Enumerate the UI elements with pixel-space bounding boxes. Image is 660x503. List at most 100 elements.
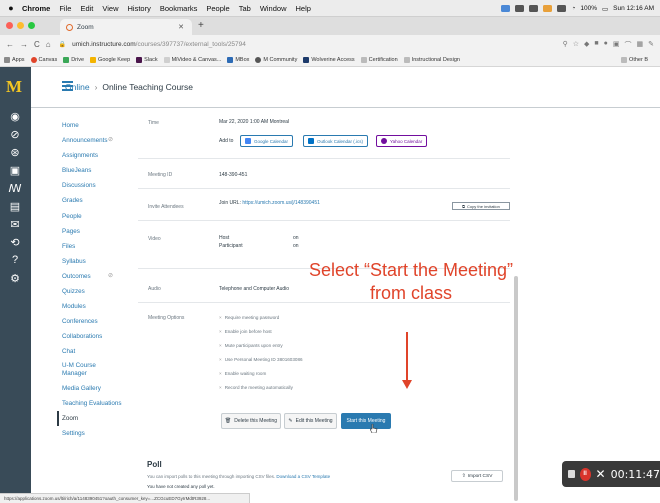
admin-icon[interactable]: ⊘ xyxy=(8,127,22,141)
tray-icon[interactable] xyxy=(529,5,539,12)
google-calendar-button[interactable]: Google Calendar xyxy=(240,135,294,147)
tray-icon[interactable] xyxy=(557,5,567,12)
import-csv-button[interactable]: ⇧ Import CSV xyxy=(451,470,503,482)
course-nav-collaborations[interactable]: Collaborations xyxy=(62,329,140,344)
star-icon[interactable]: ☆ xyxy=(573,40,579,50)
bookmark-mivideo[interactable]: MiVideo & Canvas... xyxy=(163,57,221,63)
menu-bookmarks[interactable]: Bookmarks xyxy=(160,4,198,13)
course-nav-teaching-evaluations[interactable]: Teaching Evaluations xyxy=(62,396,140,411)
new-tab-icon[interactable]: + xyxy=(198,20,204,31)
university-logo[interactable]: M xyxy=(6,77,22,97)
bookmark-drive[interactable]: Drive xyxy=(63,57,84,63)
course-nav-outcomes[interactable]: Outcomes ⊘ xyxy=(62,269,140,284)
menu-view[interactable]: View xyxy=(102,4,118,13)
url-field[interactable]: umich.instructure.com/courses/397737/ext… xyxy=(72,41,246,48)
extension-icon[interactable]: ⌒ xyxy=(625,40,632,50)
course-nav-course-manager[interactable]: U-M Course Manager xyxy=(62,360,114,381)
bookmark-wolverine-access[interactable]: Wolverine Access xyxy=(303,57,355,63)
tray-icon[interactable] xyxy=(543,5,553,12)
course-nav-zoom[interactable]: Zoom xyxy=(57,410,140,426)
bookmark-slack[interactable]: Slack xyxy=(136,57,158,63)
yahoo-calendar-button[interactable]: Yahoo Calendar xyxy=(376,135,428,147)
calendar-icon[interactable]: ▤ xyxy=(8,199,22,213)
battery-level: 100% xyxy=(580,5,597,12)
menu-help[interactable]: Help xyxy=(296,4,311,13)
menu-edit[interactable]: Edit xyxy=(80,4,93,13)
menu-file[interactable]: File xyxy=(59,4,71,13)
cancel-recording-icon[interactable]: ✕ xyxy=(596,467,606,481)
course-nav-chat[interactable]: Chat xyxy=(62,344,140,359)
course-nav-files[interactable]: Files xyxy=(62,239,140,254)
course-nav-quizzes[interactable]: Quizzes xyxy=(62,284,140,299)
courses-icon[interactable]: ▣ xyxy=(8,163,22,177)
minimize-window-icon[interactable] xyxy=(17,22,24,29)
maximize-window-icon[interactable] xyxy=(28,22,35,29)
studio-icon[interactable]: ⚙ xyxy=(8,271,22,285)
start-meeting-button[interactable]: Start this Meeting xyxy=(341,413,391,429)
copy-invitation-button[interactable]: ⧉ Copy the invitation xyxy=(452,202,510,210)
bookmark-mbox[interactable]: MBox xyxy=(227,57,249,63)
battery-icon[interactable]: ▭ xyxy=(602,5,608,13)
edit-meeting-button[interactable]: ✎ Edit this Meeting xyxy=(284,413,337,429)
audio-label: Audio xyxy=(148,286,161,292)
scrollbar[interactable] xyxy=(514,276,518,501)
extension-icon[interactable]: ▦ xyxy=(637,40,644,50)
course-nav-assignments[interactable]: Assignments xyxy=(62,148,140,163)
stop-recording-icon[interactable] xyxy=(568,470,575,478)
bookmark-other[interactable]: Other B xyxy=(621,57,648,63)
extension-icon[interactable]: ◆ xyxy=(584,40,589,50)
bookmark-google-keep[interactable]: Google Keep xyxy=(90,57,130,63)
course-nav-bluejeans[interactable]: BlueJeans xyxy=(62,163,140,178)
help-icon[interactable]: ? xyxy=(8,253,22,267)
bookmark-apps[interactable]: Apps xyxy=(4,57,25,63)
course-nav-syllabus[interactable]: Syllabus xyxy=(62,254,140,269)
account-icon[interactable]: ◉ xyxy=(8,109,22,123)
course-nav-media-gallery[interactable]: Media Gallery xyxy=(62,381,140,396)
download-csv-template-link[interactable]: Download a CSV Template xyxy=(276,474,330,479)
menu-tab[interactable]: Tab xyxy=(239,4,251,13)
tray-icon[interactable] xyxy=(515,5,525,12)
extension-icon[interactable]: ■ xyxy=(594,40,598,50)
clock[interactable]: Sun 12:16 AM xyxy=(613,5,654,12)
extension-icon[interactable]: ● xyxy=(604,40,608,50)
hamburger-menu-icon[interactable] xyxy=(62,81,73,93)
groups-icon[interactable]: ꟿ xyxy=(8,181,22,195)
pause-recording-icon[interactable]: II xyxy=(579,467,591,481)
course-nav-announcements[interactable]: Announcements ⊘ xyxy=(62,133,140,148)
bookmark-m-community[interactable]: M Community xyxy=(255,57,297,63)
wifi-icon[interactable]: ◔ xyxy=(571,5,575,12)
course-nav-pages[interactable]: Pages xyxy=(62,224,140,239)
browser-tab[interactable]: Zoom ✕ xyxy=(60,19,192,35)
delete-meeting-button[interactable]: 🗑 Delete this Meeting xyxy=(221,413,281,429)
option-waiting-room: Enable waiting room xyxy=(219,371,267,376)
course-nav-conferences[interactable]: Conferences xyxy=(62,314,140,329)
tray-icon[interactable] xyxy=(501,5,511,12)
outlook-calendar-button[interactable]: Outlook Calendar (.ics) xyxy=(303,135,369,147)
zoom-meeting-panel: Time Mar 22, 2020 1:00 AM Montreal Add t… xyxy=(138,108,522,503)
close-window-icon[interactable] xyxy=(6,22,13,29)
inbox-icon[interactable]: ✉ xyxy=(8,217,22,231)
commons-icon[interactable]: ⟲ xyxy=(8,235,22,249)
apple-icon[interactable]: ● xyxy=(0,3,22,13)
course-nav-home[interactable]: Home xyxy=(62,118,140,133)
extension-icon[interactable]: ▣ xyxy=(613,40,620,50)
course-nav-settings[interactable]: Settings xyxy=(62,426,140,441)
course-nav-people[interactable]: People xyxy=(62,209,140,224)
close-tab-icon[interactable]: ✕ xyxy=(178,23,184,31)
instruction-annotation: Select “Start the Meeting” from class xyxy=(296,259,526,305)
bookmark-instructional-design[interactable]: Instructional Design xyxy=(403,57,460,63)
dashboard-icon[interactable]: ⊛ xyxy=(8,145,22,159)
course-nav-modules[interactable]: Modules xyxy=(62,299,140,314)
menu-people[interactable]: People xyxy=(206,4,229,13)
join-url-link[interactable]: https://umich.zoom.us/j/148390451 xyxy=(242,200,320,206)
bookmark-canvas[interactable]: Canvas xyxy=(30,57,57,63)
menu-app-name[interactable]: Chrome xyxy=(22,4,50,13)
bookmark-certification[interactable]: Certification xyxy=(360,57,398,63)
menu-history[interactable]: History xyxy=(128,4,151,13)
course-nav-grades[interactable]: Grades xyxy=(62,193,140,208)
course-nav-discussions[interactable]: Discussions xyxy=(62,178,140,193)
menu-window[interactable]: Window xyxy=(260,4,287,13)
pen-icon[interactable]: ✎ xyxy=(648,40,654,50)
zoom-page-icon[interactable]: ⚲ xyxy=(563,40,568,50)
nav-buttons[interactable]: ←→C⌂ xyxy=(6,40,57,49)
